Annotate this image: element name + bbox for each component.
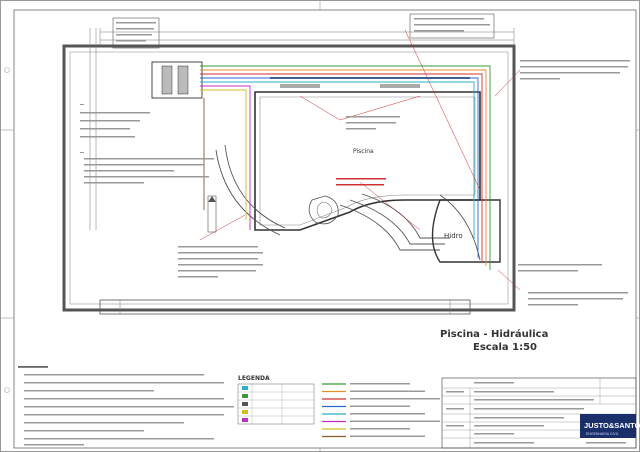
- pipe-legend-text: [350, 383, 410, 385]
- pipe-legend-text: [350, 398, 440, 400]
- pipe-legend-text: [350, 435, 425, 437]
- drawing-scale: Escala 1:50: [473, 342, 537, 353]
- pipe-legend: [322, 383, 440, 438]
- callout-red: [336, 178, 386, 186]
- pipe-legend-text: [350, 413, 425, 415]
- firm-subtitle: ENGENHARIA CIVIL: [586, 432, 619, 436]
- machine-room: [151, 61, 203, 99]
- pipe-legend-text: [350, 405, 410, 407]
- general-notes: [18, 366, 234, 446]
- pipe-legend-text: [350, 390, 425, 392]
- firm-name: JUSTO&SANTOS: [584, 421, 640, 430]
- pool-label: Piscina: [353, 148, 374, 155]
- legend-table: LEGENDA: [237, 375, 315, 425]
- bottom-strip: [99, 299, 471, 315]
- hydro-label: Hidro: [444, 232, 463, 240]
- top-callouts: [112, 13, 495, 49]
- drawing-title: Piscina - Hidráulica: [440, 328, 548, 340]
- drawing-sheet: Hidro Piscina Piscina - Hidráulica Escal…: [0, 0, 640, 452]
- legend-header: LEGENDA: [238, 375, 270, 382]
- pipe-legend-text: [350, 420, 440, 422]
- title-block: JUSTO&SANTOS ENGENHARIA CIVIL: [441, 377, 640, 449]
- pipe-legend-text: [350, 428, 410, 430]
- leader-lines: [199, 29, 521, 291]
- light-post: [207, 195, 217, 233]
